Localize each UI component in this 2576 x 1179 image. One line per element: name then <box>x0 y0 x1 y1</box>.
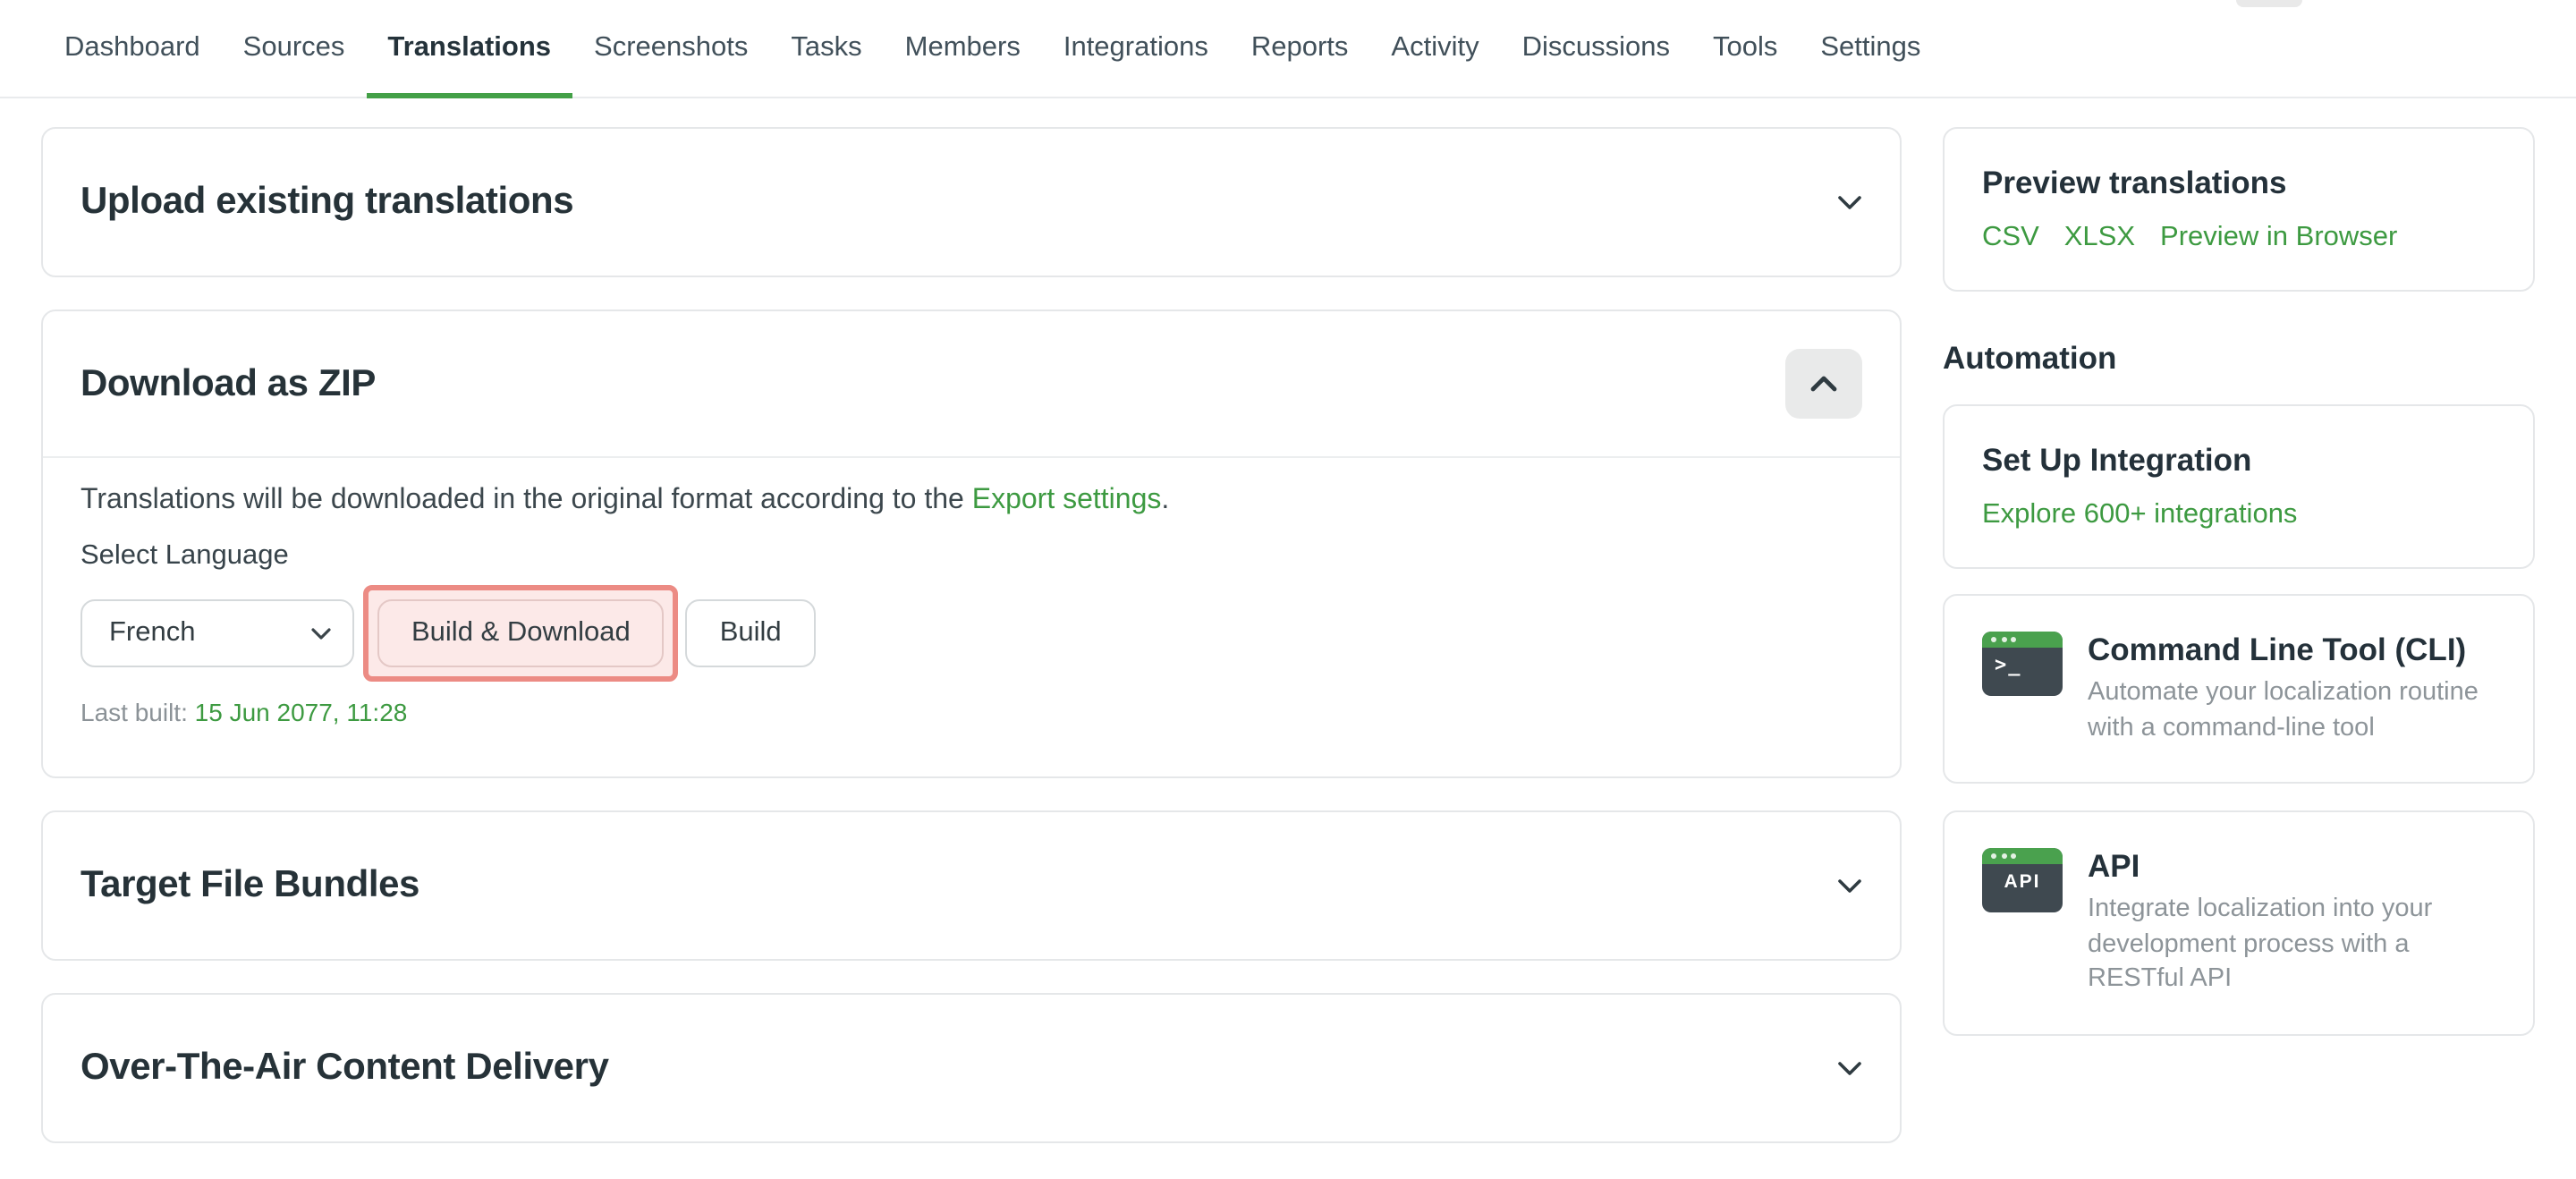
window-dot-icon <box>1991 853 1996 859</box>
nav-item-dashboard[interactable]: Dashboard <box>43 0 222 97</box>
nav-item-reports[interactable]: Reports <box>1230 0 1370 97</box>
nav-item-tools[interactable]: Tools <box>1691 0 1799 97</box>
terminal-icon: >_ <box>1982 632 2063 696</box>
sidebar: Preview translations CSV XLSX Preview in B… <box>1943 127 2535 1175</box>
cli-tool-title: Command Line Tool (CLI) <box>2088 632 2496 669</box>
download-zip-header[interactable]: Download as ZIP <box>43 311 1900 458</box>
bundles-panel-header[interactable]: Target File Bundles <box>43 812 1900 959</box>
cli-tool-card[interactable]: >_ Command Line Tool (CLI) Automate your… <box>1943 594 2535 784</box>
chevron-down-icon <box>1837 194 1862 210</box>
last-built-status: Last built: 15 Jun 2077, 11:28 <box>80 698 1862 726</box>
content-area: Upload existing translations Download as… <box>41 127 2535 1175</box>
api-icon-titlebar <box>1982 848 2063 864</box>
preview-link-csv[interactable]: CSV <box>1982 222 2039 254</box>
nav-item-sources[interactable]: Sources <box>222 0 367 97</box>
upload-translations-panel: Upload existing translations <box>41 127 1902 277</box>
integration-links-row: Explore 600+ integrations <box>1982 499 2496 531</box>
project-nav: DashboardSourcesTranslationsScreenshotsT… <box>0 0 2576 98</box>
set-up-integration-title: Set Up Integration <box>1982 442 2496 479</box>
cropped-toolbar-remnant <box>2236 0 2302 7</box>
select-language-label: Select Language <box>80 540 1862 573</box>
upload-panel-header[interactable]: Upload existing translations <box>43 129 1900 276</box>
preview-link-xlsx[interactable]: XLSX <box>2064 222 2135 254</box>
annotation-highlight-box: Build & Download <box>363 585 679 682</box>
preview-translations-card: Preview translations CSV XLSX Preview in B… <box>1943 127 2535 292</box>
main-column: Upload existing translations Download as… <box>41 127 1902 1175</box>
download-zip-title: Download as ZIP <box>80 362 376 405</box>
api-card-title: API <box>2088 848 2496 886</box>
collapse-panel-button[interactable] <box>1785 349 1862 419</box>
terminal-prompt-glyph: >_ <box>1995 653 2022 676</box>
nav-item-settings[interactable]: Settings <box>1799 0 1942 97</box>
language-select-value: French <box>109 617 196 649</box>
chevron-down-icon <box>311 627 331 640</box>
window-dot-icon <box>2011 853 2016 859</box>
cli-tool-text: Command Line Tool (CLI) Automate your lo… <box>2088 632 2496 746</box>
download-description: Translations will be downloaded in the o… <box>80 483 1862 517</box>
nav-item-screenshots[interactable]: Screenshots <box>572 0 769 97</box>
download-zip-body: Translations will be downloaded in the o… <box>43 458 1900 776</box>
build-controls-row: French Build & Download Build <box>80 585 1862 682</box>
target-file-bundles-panel: Target File Bundles <box>41 810 1902 961</box>
automation-heading: Automation <box>1943 340 2535 377</box>
window-dot-icon <box>1991 637 1996 642</box>
chevron-up-icon <box>1810 376 1837 392</box>
ota-panel-title: Over-The-Air Content Delivery <box>80 1047 609 1090</box>
preview-links-row: CSV XLSX Preview in Browser <box>1982 222 2496 254</box>
build-button[interactable]: Build <box>686 599 816 667</box>
last-built-date: 15 Jun 2077, 11:28 <box>195 698 408 726</box>
page: DashboardSourcesTranslationsScreenshotsT… <box>0 0 2576 1179</box>
preview-link-preview-in-browser[interactable]: Preview in Browser <box>2160 222 2397 254</box>
nav-item-translations[interactable]: Translations <box>366 0 572 97</box>
preview-translations-title: Preview translations <box>1982 165 2496 202</box>
description-period: . <box>1161 485 1169 515</box>
chevron-down-icon <box>1837 878 1862 894</box>
ota-panel-header[interactable]: Over-The-Air Content Delivery <box>43 995 1900 1141</box>
window-dot-icon <box>2011 637 2016 642</box>
nav-item-discussions[interactable]: Discussions <box>1501 0 1691 97</box>
language-select[interactable]: French <box>80 599 354 667</box>
description-text: Translations will be downloaded in the o… <box>80 485 972 515</box>
upload-panel-title: Upload existing translations <box>80 181 573 224</box>
set-up-integration-card: Set Up Integration Explore 600+ integrat… <box>1943 404 2535 569</box>
api-icon: API <box>1982 848 2063 912</box>
api-card-subtitle: Integrate localization into your develop… <box>2088 893 2496 997</box>
bundles-panel-title: Target File Bundles <box>80 864 419 907</box>
download-zip-panel: Download as ZIP Translations will be dow… <box>41 310 1902 778</box>
nav-item-tasks[interactable]: Tasks <box>769 0 883 97</box>
explore-integrations-link[interactable]: Explore 600+ integrations <box>1982 499 2297 531</box>
nav-item-members[interactable]: Members <box>884 0 1042 97</box>
nav-item-activity[interactable]: Activity <box>1369 0 1500 97</box>
window-dot-icon <box>2001 637 2006 642</box>
api-card[interactable]: API API Integrate localization into your… <box>1943 810 2535 1035</box>
terminal-icon-titlebar <box>1982 632 2063 648</box>
build-and-download-button[interactable]: Build & Download <box>377 599 665 667</box>
export-settings-link[interactable]: Export settings <box>972 485 1162 515</box>
last-built-label: Last built: <box>80 698 188 726</box>
nav-item-integrations[interactable]: Integrations <box>1042 0 1230 97</box>
api-icon-label: API <box>1982 871 2063 893</box>
cli-tool-subtitle: Automate your localization routine with … <box>2088 676 2496 746</box>
api-card-text: API Integrate localization into your dev… <box>2088 848 2496 997</box>
window-dot-icon <box>2001 853 2006 859</box>
ota-content-delivery-panel: Over-The-Air Content Delivery <box>41 993 1902 1143</box>
chevron-down-icon <box>1837 1060 1862 1076</box>
